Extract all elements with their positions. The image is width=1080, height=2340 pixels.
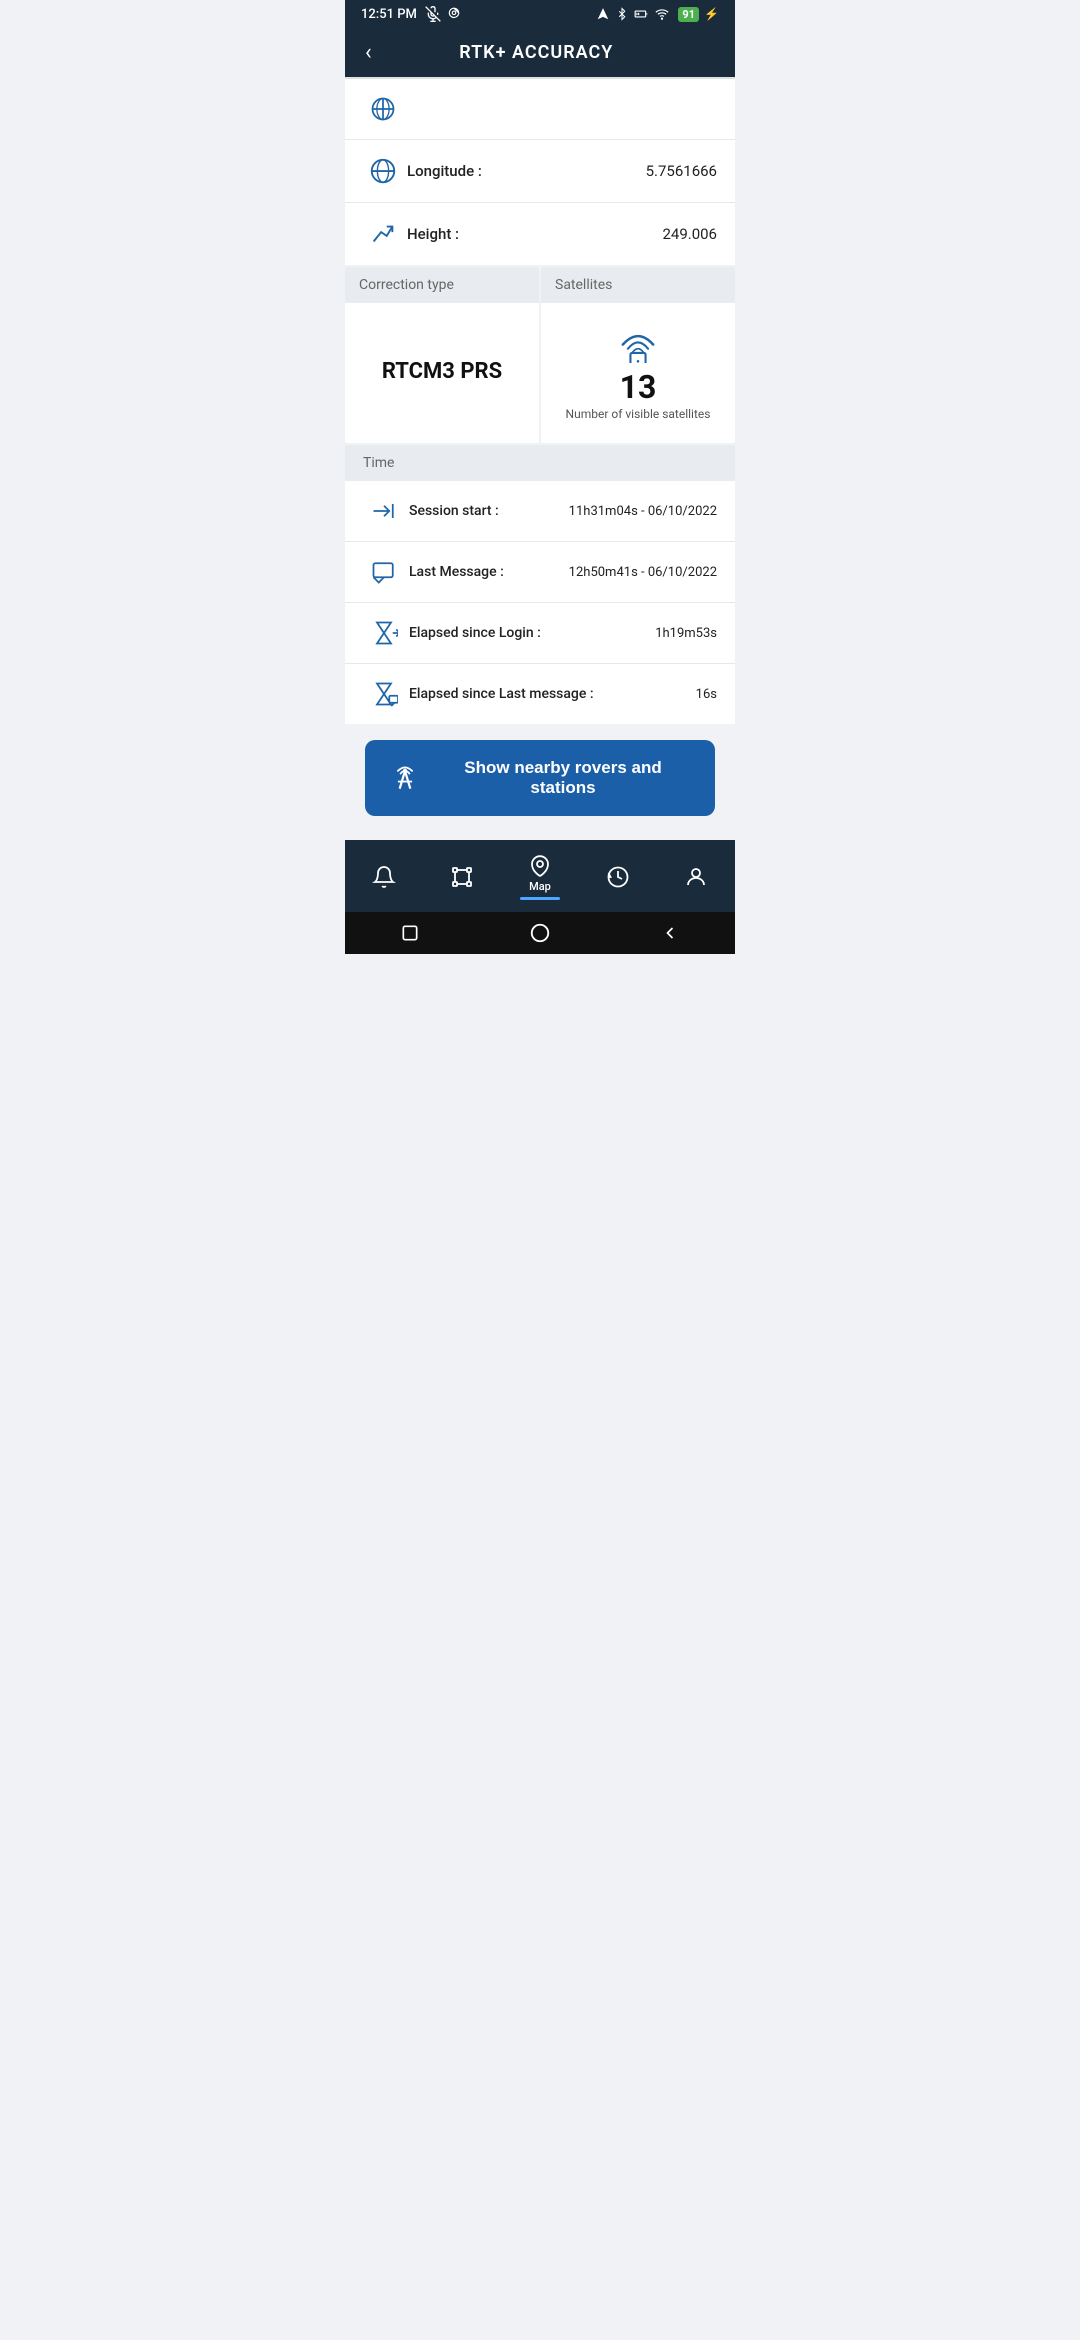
correction-type-value: RTCM3 PRS xyxy=(372,339,512,404)
session-start-value: 11h31m04s - 06/10/2022 xyxy=(569,504,717,519)
time-section-header: Time xyxy=(345,445,735,481)
location-card: Longitude : 5.7561666 Height : 249.006 xyxy=(345,77,735,265)
nav-network[interactable] xyxy=(423,861,501,893)
session-start-icon xyxy=(363,497,405,525)
elapsed-last-value: 16s xyxy=(696,687,717,702)
network-icon xyxy=(450,865,474,889)
height-value: 249.006 xyxy=(662,225,717,243)
last-message-value: 12h50m41s - 06/10/2022 xyxy=(569,565,717,580)
page-title: RTK+ ACCURACY xyxy=(388,42,685,63)
elapsed-login-icon xyxy=(363,619,405,647)
android-back-button[interactable] xyxy=(660,923,680,943)
bell-icon xyxy=(372,865,396,889)
satellite-label: Number of visible satellites xyxy=(566,407,711,421)
partial-icon xyxy=(363,95,403,123)
status-bar-right: 91 ⚡ xyxy=(596,7,719,22)
show-nearby-button[interactable]: Show nearby rovers and stations xyxy=(365,740,715,816)
back-button[interactable]: ‹ xyxy=(365,40,372,65)
app-header: ‹ RTK+ ACCURACY xyxy=(345,28,735,77)
content-area: Longitude : 5.7561666 Height : 249.006 C… xyxy=(345,77,735,840)
elapsed-login-value: 1h19m53s xyxy=(655,626,717,641)
charging-icon: ⚡ xyxy=(704,7,719,21)
two-col-section: Correction type RTCM3 PRS Satellites xyxy=(345,267,735,443)
time-section: Time Session start : 11h31m04s - 06/10/2… xyxy=(345,445,735,724)
map-icon xyxy=(528,854,552,878)
height-row: Height : 249.006 xyxy=(345,203,735,265)
satellites-body: 13 Number of visible satellites xyxy=(541,303,735,443)
last-message-icon xyxy=(363,558,405,586)
elapsed-login-row: Elapsed since Login : 1h19m53s xyxy=(345,603,735,664)
location-status-icon xyxy=(447,7,461,21)
satellites-card: Satellites 13 Number of xyxy=(541,267,735,443)
longitude-value: 5.7561666 xyxy=(646,162,717,180)
battery-box-icon xyxy=(634,7,648,21)
nav-history[interactable] xyxy=(579,861,657,893)
elapsed-login-label: Elapsed since Login : xyxy=(409,624,655,642)
history-icon xyxy=(606,865,630,889)
bluetooth-icon xyxy=(616,7,628,21)
status-bar-left: 12:51 PM xyxy=(361,6,461,22)
correction-type-header: Correction type xyxy=(345,267,539,303)
elapsed-last-icon xyxy=(363,680,405,708)
bottom-nav: Map xyxy=(345,840,735,912)
nav-profile[interactable] xyxy=(657,861,735,893)
mute-icon xyxy=(425,6,441,22)
android-nav-bar xyxy=(345,912,735,954)
wifi-icon xyxy=(654,7,670,21)
last-message-row: Last Message : 12h50m41s - 06/10/2022 xyxy=(345,542,735,603)
android-home-button[interactable] xyxy=(529,922,551,944)
map-nav-label: Map xyxy=(529,880,551,893)
elapsed-last-row: Elapsed since Last message : 16s xyxy=(345,664,735,724)
show-nearby-label: Show nearby rovers and stations xyxy=(435,758,691,798)
satellite-count: 13 xyxy=(620,371,657,403)
correction-type-card: Correction type RTCM3 PRS xyxy=(345,267,539,443)
partial-row xyxy=(345,77,735,140)
location-arrow-icon xyxy=(596,7,610,21)
status-bar: 12:51 PM xyxy=(345,0,735,28)
nav-map[interactable]: Map xyxy=(501,850,579,904)
session-start-label: Session start : xyxy=(409,502,569,520)
correction-type-body: RTCM3 PRS xyxy=(345,303,539,443)
battery-percent: 91 xyxy=(678,7,699,22)
height-icon xyxy=(363,219,403,249)
profile-icon xyxy=(684,865,708,889)
status-time: 12:51 PM xyxy=(361,7,417,22)
android-square-button[interactable] xyxy=(400,923,420,943)
height-label: Height : xyxy=(407,225,662,243)
last-message-label: Last Message : xyxy=(409,563,569,581)
nav-notifications[interactable] xyxy=(345,861,423,893)
satellites-header: Satellites xyxy=(541,267,735,303)
longitude-icon xyxy=(363,156,403,186)
satellite-signal-icon xyxy=(612,321,664,363)
session-start-row: Session start : 11h31m04s - 06/10/2022 xyxy=(345,481,735,542)
elapsed-last-label: Elapsed since Last message : xyxy=(409,685,696,703)
longitude-label: Longitude : xyxy=(407,162,646,180)
longitude-row: Longitude : 5.7561666 xyxy=(345,140,735,203)
map-nav-indicator xyxy=(520,897,560,900)
show-nearby-icon xyxy=(389,762,421,794)
